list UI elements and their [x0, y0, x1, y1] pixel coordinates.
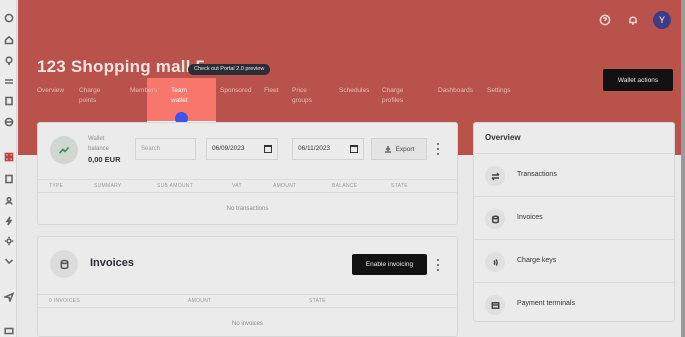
column-header: SUMMARY	[94, 183, 122, 189]
overview-item-charge-keys[interactable]: Charge keys	[474, 239, 674, 282]
coins-icon	[485, 209, 505, 229]
sidebar	[0, 0, 17, 337]
tab-fleet[interactable]: Fleet	[264, 86, 278, 96]
column-header: BALANCE	[332, 183, 358, 189]
overview-item-invoices[interactable]: Invoices	[474, 196, 674, 239]
wallet-balance-label: Wallet	[88, 136, 105, 142]
overview-item-payment-terminals[interactable]: Payment terminals	[474, 282, 674, 325]
overview-item-label: Payment terminals	[517, 300, 575, 307]
overview-item-transactions[interactable]: Transactions	[474, 153, 674, 196]
wallet-actions-button[interactable]: Wallet actions	[603, 69, 673, 91]
overview-item-label: Invoices	[517, 214, 543, 221]
overview-title: Overview	[485, 133, 521, 142]
portal-preview-badge[interactable]: Check out Portal 2.0 preview	[188, 64, 271, 75]
tab-members[interactable]: Members	[130, 86, 157, 96]
transactions-table-header: TYPE SUMMARY SUB AMOUNT VAT AMOUNT BALAN…	[38, 179, 457, 193]
terminal-icon	[485, 295, 505, 315]
invoices-card: Invoices Enable invoicing 0 INVOICES AMO…	[37, 236, 458, 337]
column-header: STATE	[391, 183, 408, 189]
transfer-icon[interactable]	[3, 75, 14, 86]
column-header: 0 INVOICES	[49, 298, 81, 304]
date-to-field[interactable]: 06/11/2023	[292, 138, 364, 160]
transactions-empty-state: No transactions	[226, 206, 269, 212]
tab-overview[interactable]: Overview	[37, 86, 64, 96]
help-icon[interactable]	[597, 12, 613, 28]
tab-dashboards[interactable]: Dashboards	[438, 86, 473, 96]
tab-schedules[interactable]: Schedules	[339, 86, 369, 96]
people-icon[interactable]	[3, 195, 14, 206]
column-header: SUB AMOUNT	[157, 183, 194, 189]
tab-charge-profiles[interactable]: Charge profiles	[382, 86, 403, 106]
grid-icon[interactable]	[3, 151, 14, 162]
nfc-icon	[485, 252, 505, 272]
page-title: 123 Shopping mall 5	[37, 57, 206, 76]
wallet-balance-label-2: balance	[88, 146, 110, 152]
coins-icon	[50, 250, 78, 278]
window-edge	[681, 0, 685, 337]
column-header: STATE	[309, 298, 326, 304]
card-icon[interactable]	[3, 325, 14, 336]
date-to-value: 06/11/2023	[298, 145, 331, 152]
date-from-value: 06/09/2023	[212, 145, 245, 152]
date-from-field[interactable]: 06/09/2023	[206, 138, 278, 160]
export-button[interactable]: Export	[371, 138, 427, 160]
tab-team-wallet[interactable]: Team wallet	[171, 86, 188, 106]
sun-icon[interactable]	[3, 235, 14, 246]
wallet-balance-amount: 0,00 EUR	[88, 155, 121, 164]
tab-charge-points[interactable]: Charge points	[79, 86, 100, 106]
column-header: TYPE	[49, 183, 64, 189]
building-icon[interactable]	[3, 173, 14, 184]
overview-item-label: Charge keys	[517, 257, 557, 264]
send-icon[interactable]	[3, 291, 14, 302]
overview-card: Overview Transactions Invoices Charge ke…	[473, 122, 675, 322]
search-input[interactable]: Search	[135, 138, 196, 160]
invoices-table-header: 0 INVOICES AMOUNT STATE	[38, 294, 457, 308]
bell-icon[interactable]	[625, 12, 641, 28]
loader-icon[interactable]	[3, 12, 14, 23]
bolt-icon[interactable]	[3, 215, 14, 226]
invoices-title: Invoices	[90, 257, 135, 269]
tab-price-groups[interactable]: Price groups	[292, 86, 312, 106]
invoices-empty-state: No invoices	[231, 321, 263, 327]
column-header: AMOUNT	[188, 298, 212, 304]
tab-sponsored[interactable]: Sponsored	[220, 86, 251, 96]
wallet-card: Wallet balance 0,00 EUR Search 06/09/202…	[37, 122, 458, 225]
trend-icon	[50, 136, 78, 164]
more-options-icon[interactable]	[436, 259, 440, 271]
route-icon[interactable]	[3, 255, 14, 266]
export-label: Export	[395, 145, 415, 153]
arrows-swap-icon	[485, 166, 505, 186]
more-options-icon[interactable]	[436, 143, 440, 155]
calendar-icon[interactable]	[264, 145, 272, 153]
column-header: VAT	[232, 183, 242, 189]
column-header: AMOUNT	[273, 183, 297, 189]
top-right-controls: Y	[597, 11, 671, 29]
home-icon[interactable]	[3, 34, 14, 45]
lightbulb-icon[interactable]	[3, 55, 14, 66]
invoice-icon[interactable]	[3, 95, 14, 106]
enable-invoicing-button[interactable]: Enable invoicing	[352, 254, 427, 275]
avatar[interactable]: Y	[653, 11, 671, 29]
tab-settings[interactable]: Settings	[487, 86, 511, 96]
globe-icon[interactable]	[3, 116, 14, 127]
calendar-icon[interactable]	[350, 145, 358, 153]
overview-item-label: Transactions	[517, 171, 557, 178]
download-icon	[384, 146, 391, 153]
